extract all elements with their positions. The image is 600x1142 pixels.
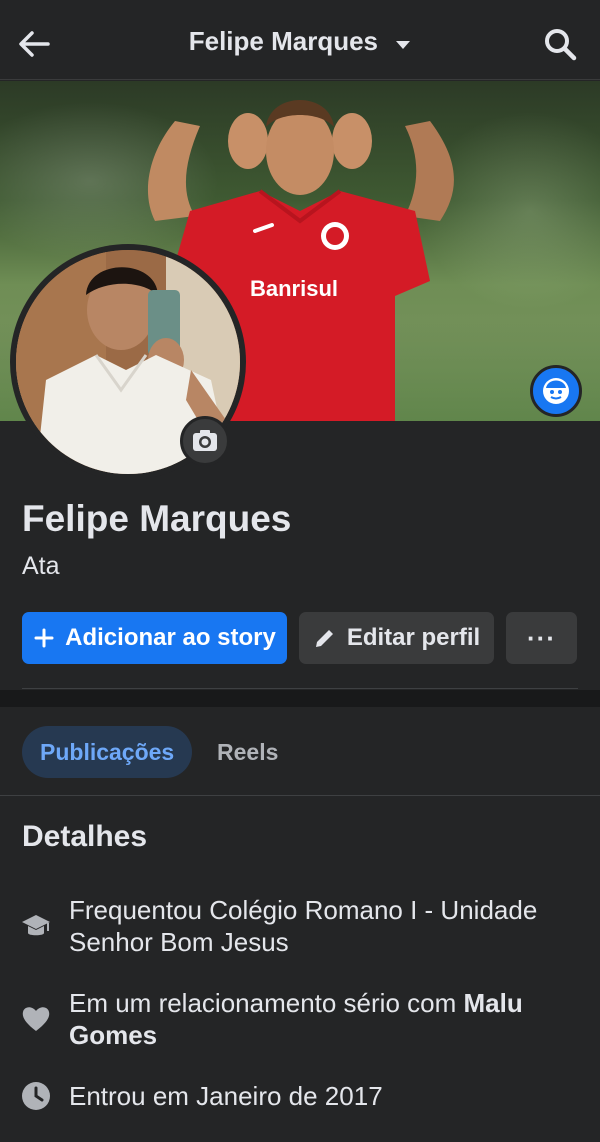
clock-icon <box>20 1080 52 1112</box>
pencil-icon <box>315 630 333 647</box>
profile-camera-icon[interactable] <box>180 416 230 466</box>
detail-joined-text: Entrou em Janeiro de 2017 <box>69 1081 383 1111</box>
search-icon[interactable] <box>540 24 580 64</box>
cover-sponsor-text: Banrisul <box>250 276 339 301</box>
add-to-story-label: Adicionar ao story <box>65 624 276 651</box>
add-to-story-button[interactable]: Adicionar ao story <box>22 612 287 664</box>
profile-name: Felipe Marques <box>22 498 292 539</box>
more-icon: ··· <box>527 622 556 653</box>
tab-label: Publicações <box>40 738 175 765</box>
more-options-button[interactable]: ··· <box>506 612 577 664</box>
avatar-icon[interactable] <box>530 365 582 417</box>
relationship-prefix: Em um relacionamento sério com <box>69 988 464 1018</box>
tab-publicacoes[interactable]: Publicações <box>22 726 193 778</box>
details-heading: Detalhes <box>22 820 148 853</box>
section-divider <box>0 690 600 707</box>
plus-icon <box>34 628 54 648</box>
tab-label: Reels <box>217 738 279 765</box>
edit-profile-label: Editar perfil <box>346 624 481 651</box>
page-title: Felipe Marques <box>188 26 379 56</box>
divider <box>22 688 578 689</box>
tab-reels[interactable]: Reels <box>199 726 296 778</box>
profile-switcher[interactable]: Felipe Marques <box>0 26 600 59</box>
caret-down-icon <box>395 26 411 57</box>
top-bar: Felipe Marques <box>0 0 600 80</box>
graduation-cap-icon <box>20 910 52 942</box>
divider <box>0 795 600 796</box>
heart-icon <box>20 1003 52 1035</box>
detail-relationship-text: Em um relacionamento sério com Malu Gome… <box>69 987 569 1051</box>
profile-subtitle: Ata <box>22 552 60 580</box>
edit-profile-button[interactable]: Editar perfil <box>299 612 494 664</box>
detail-education-text: Frequentou Colégio Romano I - Unidade Se… <box>69 895 538 957</box>
